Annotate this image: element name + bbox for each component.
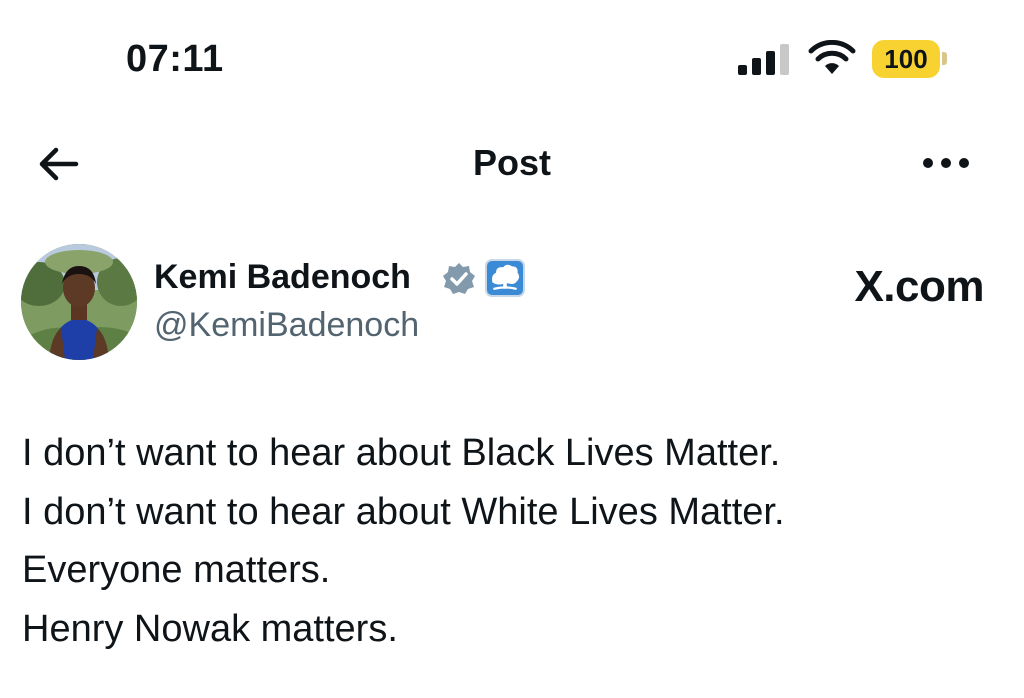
- post-line: I don’t want to hear about Black Lives M…: [22, 432, 781, 474]
- avatar[interactable]: [21, 244, 137, 360]
- ellipsis-icon[interactable]: [920, 148, 972, 178]
- tree-icon: [492, 264, 520, 290]
- author-name[interactable]: Kemi Badenoch: [154, 258, 411, 297]
- conservative-tree-icon[interactable]: [485, 259, 525, 297]
- post-line: Henry Nowak matters.: [22, 607, 398, 650]
- author-handle[interactable]: @KemiBadenoch: [154, 306, 419, 345]
- battery-indicator: 100: [872, 40, 940, 78]
- cellular-signal-icon: [738, 44, 789, 75]
- avatar-photo: [21, 244, 137, 360]
- post-text: I don’t want to hear about Black Lives M…: [22, 424, 785, 658]
- status-time: 07:11: [126, 38, 224, 80]
- battery-nub: [942, 52, 947, 65]
- battery-level: 100: [884, 43, 928, 74]
- page-title: Post: [472, 142, 551, 183]
- site-label: X.com: [854, 262, 984, 311]
- wifi-icon: [808, 40, 856, 74]
- post-line: Everyone matters.: [22, 549, 331, 591]
- verified-badge-icon: [443, 263, 475, 294]
- post-screen: 07:11 100 Post Kemi Badenoch @KemiBadeno…: [0, 0, 1024, 698]
- post-line: I don’t want to hear about White Lives M…: [22, 490, 785, 533]
